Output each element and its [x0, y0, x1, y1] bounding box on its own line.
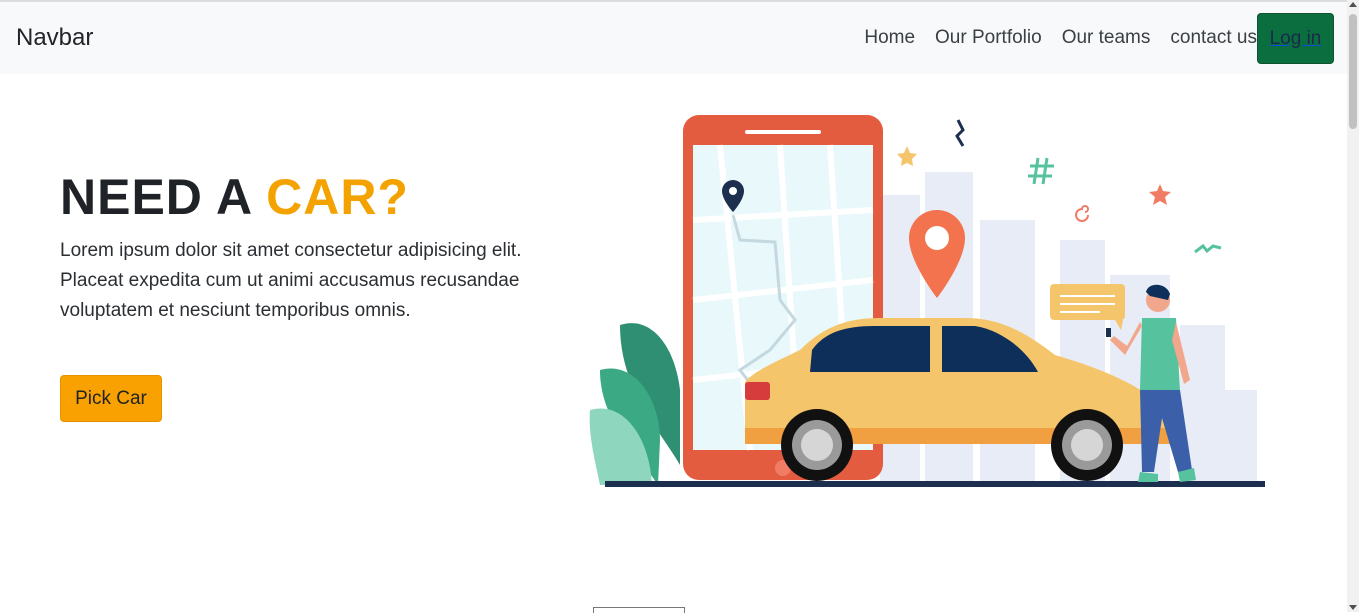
star-icon	[1149, 184, 1171, 205]
bottom-edge-tab	[593, 607, 685, 613]
navbar-brand[interactable]: Navbar	[16, 24, 93, 52]
scroll-down-arrow-icon[interactable]	[1349, 605, 1357, 610]
scroll-up-arrow-icon[interactable]	[1349, 2, 1357, 7]
hero-title-main: NEED A	[60, 169, 267, 225]
hero-title: NEED A CAR?	[60, 168, 409, 226]
login-button-label: Log in	[1269, 27, 1322, 49]
spiral-icon	[1075, 205, 1089, 222]
nav-link-home[interactable]: Home	[864, 27, 915, 49]
login-button[interactable]: Log in	[1257, 13, 1334, 64]
nav-link-contact[interactable]: contact us	[1170, 27, 1257, 49]
hero-description: Lorem ipsum dolor sit amet consectetur a…	[60, 240, 522, 321]
nav-links: Home Our Portfolio Our teams contact us	[844, 27, 1257, 49]
wheel-icon	[1051, 409, 1123, 481]
pick-car-button[interactable]: Pick Car	[60, 375, 162, 422]
star-icon	[897, 146, 917, 166]
nav-link-portfolio[interactable]: Our Portfolio	[935, 27, 1042, 49]
hashtag-icon	[1028, 157, 1054, 185]
navbar: Navbar Home Our Portfolio Our teams cont…	[0, 2, 1347, 74]
scrollbar[interactable]	[1347, 0, 1359, 612]
ground-line	[605, 481, 1265, 487]
hero-title-accent: CAR?	[266, 169, 409, 225]
car-booking-illustration	[589, 115, 1265, 487]
wheel-icon	[781, 409, 853, 481]
plant-leaves	[589, 323, 680, 485]
zigzag-icon	[955, 119, 965, 147]
zigzag-icon	[1194, 243, 1222, 254]
scroll-thumb[interactable]	[1349, 14, 1357, 129]
nav-link-teams[interactable]: Our teams	[1062, 27, 1151, 49]
